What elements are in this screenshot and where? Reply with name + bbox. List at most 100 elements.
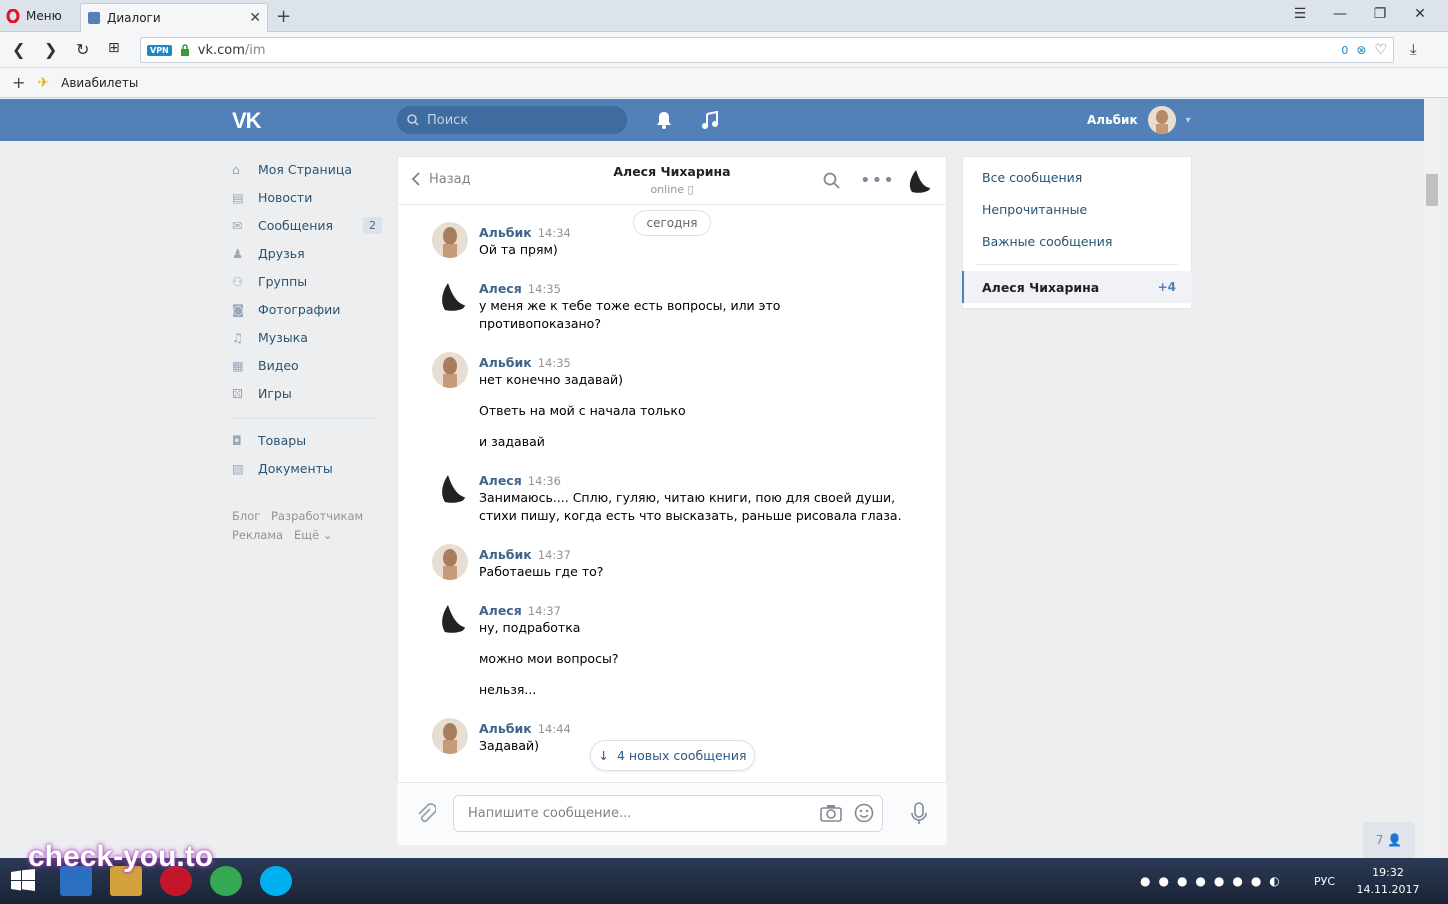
sidebar-item-photos[interactable]: ◙ Фотографии (232, 299, 382, 319)
albik-avatar[interactable] (432, 222, 468, 258)
message-time[interactable]: 14:44 (538, 722, 571, 736)
filter-all-messages[interactable]: Все сообщения (982, 170, 1082, 185)
camera-icon[interactable] (820, 804, 842, 822)
chat-search-icon[interactable] (823, 172, 841, 190)
contact-name[interactable]: Алеся Чихарина (560, 164, 784, 179)
new-tab-button[interactable]: + (276, 6, 291, 27)
reload-icon[interactable]: ↻ (76, 40, 89, 59)
message-time[interactable]: 14:37 (538, 548, 571, 562)
sidebar-item-news[interactable]: ▤ Новости (232, 187, 382, 207)
sidebar-item-messages[interactable]: ✉ Сообщения 2 (232, 215, 382, 235)
alesya-avatar[interactable] (432, 278, 468, 314)
skype-icon[interactable] (260, 866, 292, 896)
minimize-icon[interactable]: — (1330, 6, 1350, 24)
footer-link-dev[interactable]: Разработчикам (271, 509, 363, 523)
speed-dial-icon[interactable]: ⊞ (108, 40, 120, 56)
message-author[interactable]: Альбик (479, 547, 532, 562)
sidebar-item-docs[interactable]: ▧ Документы (232, 458, 382, 478)
groups-icon: ⚇ (232, 274, 244, 289)
sidebar-item-friends[interactable]: ♟ Друзья (232, 243, 382, 263)
plane-icon: ✈ (37, 74, 50, 91)
sidebar-item-label: Друзья (258, 245, 305, 261)
alesya-avatar[interactable] (432, 470, 468, 506)
tab-menu-icon[interactable]: ☰ (1290, 6, 1310, 24)
message-author[interactable]: Альбик (479, 225, 532, 240)
back-nav-icon[interactable]: ❮ (12, 40, 25, 59)
filter-unread[interactable]: Непрочитанные (982, 202, 1087, 217)
message-input[interactable]: Напишите сообщение... (453, 795, 883, 832)
scrollbar-thumb[interactable] (1426, 174, 1438, 206)
message-time[interactable]: 14:35 (538, 356, 571, 370)
user-menu[interactable]: Альбик ▾ (1087, 106, 1191, 134)
footer-link-ads[interactable]: Реклама (232, 528, 283, 542)
online-friends-button[interactable]: 7 👤 (1363, 822, 1415, 858)
sidebar-item-music[interactable]: ♫ Музыка (232, 327, 382, 347)
vpn-badge[interactable]: VPN (147, 44, 172, 56)
menu-label: Меню (26, 9, 62, 23)
heart-icon[interactable]: ♡ (1374, 42, 1387, 58)
forward-nav-icon[interactable]: ❯ (44, 40, 57, 59)
arrow-down-icon: ↓ (598, 748, 609, 763)
tray-icons[interactable]: ●●●●●●●◐ (1140, 874, 1288, 888)
clock[interactable]: 19:32 14.11.2017 (1352, 864, 1424, 898)
sidebar-item-label: Моя Страница (258, 161, 352, 177)
message-text: противопоказано? (479, 316, 601, 331)
message-text: Задавай) (479, 738, 540, 753)
message-author[interactable]: Альбик (479, 355, 532, 370)
message-author[interactable]: Алеся (479, 281, 522, 296)
selected-dialog[interactable]: Алеся Чихарина +4 (962, 271, 1192, 303)
sidebar-item-video[interactable]: ▦ Видео (232, 355, 382, 375)
language-indicator[interactable]: РУС (1314, 875, 1335, 888)
url-input[interactable]: VPN vk.com/im 0 ⊗ ♡ (140, 37, 1394, 63)
add-bookmark-icon[interactable]: + (12, 73, 25, 92)
vk-logo[interactable]: VK (232, 108, 262, 134)
music-player-icon[interactable] (701, 110, 719, 130)
footer-link-more[interactable]: Ещё ⌄ (294, 528, 332, 542)
sidebar-item-market[interactable]: ◘ Товары (232, 430, 382, 450)
download-icon[interactable]: ⤓ (1410, 40, 1417, 58)
message-author[interactable]: Алеся (479, 473, 522, 488)
close-window-icon[interactable]: ✕ (1410, 6, 1430, 24)
message-author[interactable]: Альбик (479, 721, 532, 736)
contact-avatar[interactable] (902, 166, 932, 196)
opera-menu-button[interactable]: Меню (6, 5, 62, 27)
opera-logo-icon (6, 9, 20, 23)
filter-important[interactable]: Важные сообщения (982, 234, 1112, 249)
vk-favicon-icon (88, 12, 100, 24)
message-time[interactable]: 14:36 (528, 474, 561, 488)
sidebar-item-games[interactable]: ⚄ Игры (232, 383, 382, 403)
back-button[interactable]: Назад (411, 171, 471, 187)
footer-link-blog[interactable]: Блог (232, 509, 260, 523)
microphone-icon[interactable] (910, 802, 928, 826)
attach-icon[interactable] (416, 803, 436, 825)
message-time[interactable]: 14:35 (528, 282, 561, 296)
chrome-icon[interactable] (210, 866, 242, 896)
adblock-counter[interactable]: 0 (1341, 44, 1348, 57)
message-header: Алеся 14:35 (479, 281, 561, 296)
message-placeholder: Напишите сообщение... (468, 806, 632, 821)
message-time[interactable]: 14:37 (528, 604, 561, 618)
page-scrollbar[interactable] (1424, 99, 1440, 859)
close-tab-icon[interactable]: ✕ (249, 10, 261, 26)
albik-avatar[interactable] (432, 544, 468, 580)
albik-avatar[interactable] (432, 352, 468, 388)
emoji-icon[interactable] (854, 803, 874, 823)
bookmark-aviabilety[interactable]: Авиабилеты (61, 76, 138, 90)
message-text: нет конечно задавай) (479, 372, 623, 387)
message-header: Альбик 14:37 (479, 547, 571, 562)
sidebar-item-home[interactable]: ⌂ Моя Страница (232, 159, 382, 179)
more-options-icon[interactable]: ••• (860, 170, 895, 191)
new-messages-button[interactable]: ↓ 4 новых сообщения (590, 740, 755, 771)
albik-avatar[interactable] (432, 718, 468, 754)
tab-dialogs[interactable]: Диалоги ✕ (80, 3, 268, 32)
message-author[interactable]: Алеся (479, 603, 522, 618)
search-input[interactable]: Поиск (397, 106, 627, 134)
message-time[interactable]: 14:34 (538, 226, 571, 240)
alesya-avatar[interactable] (432, 600, 468, 636)
restore-icon[interactable]: ❐ (1370, 6, 1390, 24)
sidebar-item-groups[interactable]: ⚇ Группы (232, 271, 382, 291)
adblock-icon[interactable]: ⊗ (1356, 43, 1366, 57)
clock-date: 14.11.2017 (1356, 883, 1420, 896)
photos-icon: ◙ (232, 302, 245, 317)
notifications-bell-icon[interactable] (655, 110, 673, 130)
